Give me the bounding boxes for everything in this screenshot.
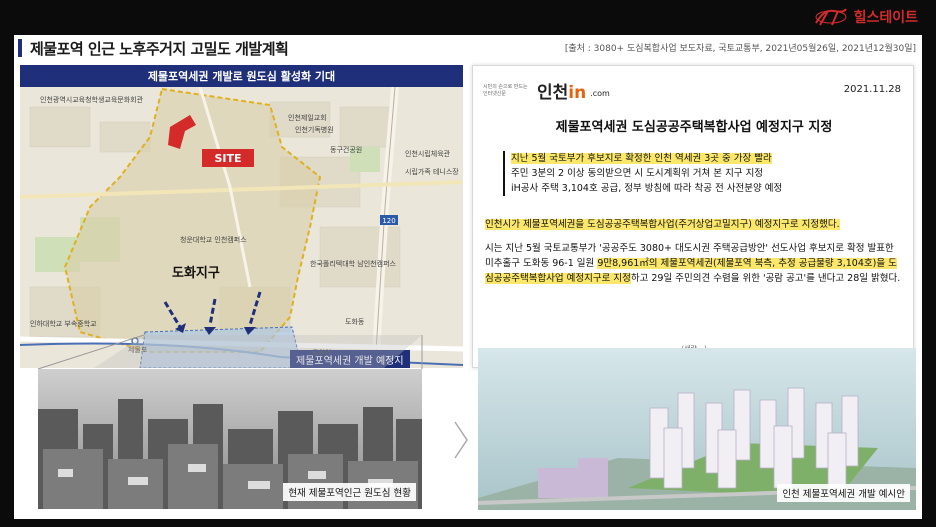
- map-place-label: 동구건공원: [330, 146, 363, 154]
- news-sub-line-text: 지난 5월 국토부가 후보지로 확정한 인천 역세권 3곳 중 가장 빨라: [511, 153, 772, 164]
- news-paragraph-2: 시는 지난 5월 국토교통부가 '공공주도 3080+ 대도시권 주택공급방안'…: [485, 241, 905, 286]
- map-place-label: 도원역: [312, 349, 332, 357]
- map-heading: 제물포역세권 개발로 원도심 활성화 기대: [20, 65, 463, 87]
- map-place-label: 도화동: [345, 318, 365, 326]
- news-logo-main: 인천in: [537, 78, 586, 103]
- map-place-label: 인천제일교회: [288, 114, 327, 122]
- page-title: 제물포역 인근 노후주거지 고밀도 개발계획: [30, 39, 289, 58]
- map-place-label: 제물포: [128, 346, 148, 354]
- news-paragraph-1: 인천시가 제물포역세권을 도심공공주택복합사업(주거상업고밀지구) 예정지구로 …: [485, 216, 840, 230]
- news-sub-line: 지난 5월 국토부가 후보지로 확정한 인천 역세권 3곳 중 가장 빨라: [511, 151, 903, 166]
- news-paragraph-2-b: 하고 29일 주민의견 수렴을 위한 '공람 공고'를 낸다고 28일 밝혔다.: [630, 273, 901, 284]
- news-logo: 시민의 손으로 만드는 인터넷신문 인천in .com: [483, 78, 610, 103]
- current-area-caption: 현재 제물포역인근 원도심 현황: [283, 483, 416, 501]
- news-logo-main-a: 인천: [537, 83, 569, 103]
- current-area-photo: 현재 제물포역인근 원도심 현황: [38, 369, 422, 509]
- map-place-label: 인하대학교 부속중학교: [30, 320, 97, 328]
- brand: 힐스테이트: [814, 7, 918, 27]
- map-place-label: 한국폴리텍대학 남인천캠퍼스: [310, 260, 396, 268]
- development-caption: 인천 제물포역세권 개발 예시안: [777, 484, 910, 502]
- top-bar: 힐스테이트: [0, 0, 936, 34]
- title-marker: [18, 39, 22, 57]
- news-sub-line: iH공사 주택 3,104호 공급, 정부 방침에 따라 착공 전 사전분양 예…: [511, 183, 783, 194]
- development-rendering: 인천 제물포역세권 개발 예시안: [478, 348, 916, 510]
- district-label: 도화지구: [172, 266, 220, 281]
- site-label: SITE: [202, 149, 254, 167]
- news-sub-line: 주민 3분의 2 이상 동의받으면 시 도시계획위 거쳐 본 지구 지정: [511, 168, 764, 179]
- road-badge: 120: [382, 217, 395, 225]
- map-place-label: 인천광역시교육청학생교육문화회관: [40, 96, 144, 104]
- news-paragraph-1-text: 인천시가 제물포역세권을 도심공공주택복합사업(주거상업고밀지구) 예정지구로 …: [485, 219, 840, 230]
- chevron-right-icon: [454, 421, 468, 459]
- plan-area-label: 제물포역세권 개발 예정지: [290, 350, 410, 368]
- news-date: 2021.11.28: [843, 84, 901, 95]
- map-section: 제물포역세권 개발로 원도심 활성화 기대 120 SITE 도화지구 제물포역…: [20, 65, 463, 368]
- news-logo-sub: 시민의 손으로 만드는 인터넷신문: [483, 83, 528, 97]
- map-image: 120 SITE 도화지구 제물포역세권 개발 예정지 인천광역시교육청학생교육…: [20, 86, 463, 368]
- map-place-label: 시립가족 테니스장: [405, 168, 459, 176]
- news-subheadlines: 지난 5월 국토부가 후보지로 확정한 인천 역세권 3곳 중 가장 빨라 주민…: [503, 151, 903, 196]
- map-place-label: 청운대학교 인천캠퍼스: [180, 236, 247, 244]
- source-note: [출처 : 3080+ 도심복합사업 보도자료, 국토교통부, 2021년05월…: [564, 44, 916, 54]
- news-logo-com: .com: [590, 89, 610, 98]
- map-place-label: 인천기독병원: [295, 126, 334, 134]
- brand-logo-icon: [814, 7, 848, 27]
- slide: 힐스테이트 제물포역 인근 노후주거지 고밀도 개발계획 [출처 : 3080+…: [0, 0, 936, 527]
- news-clipping: 시민의 손으로 만드는 인터넷신문 인천in .com 2021.11.28 제…: [472, 65, 914, 368]
- content-panel: 제물포역 인근 노후주거지 고밀도 개발계획 [출처 : 3080+ 도심복합사…: [14, 35, 922, 519]
- news-logo-main-b: in: [568, 83, 587, 103]
- brand-name: 힐스테이트: [853, 10, 918, 26]
- news-headline: 제물포역세권 도심공공주택복합사업 예정지구 지정: [555, 120, 833, 135]
- map-place-label: 인천시립체육관: [405, 150, 451, 158]
